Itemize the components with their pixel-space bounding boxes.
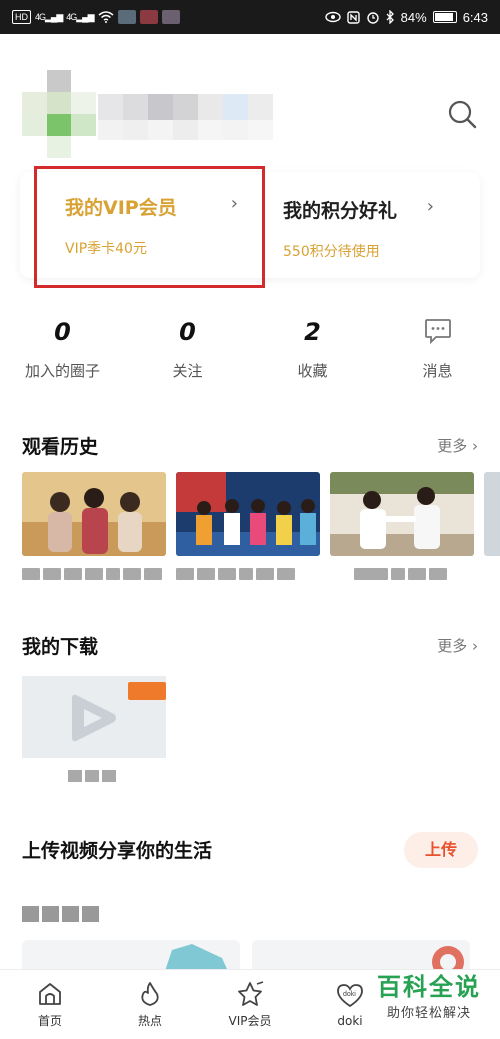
video-thumbnail — [330, 472, 474, 556]
signal-icon-2: 4G▂▄▆ — [66, 11, 94, 22]
stat-messages[interactable]: 消息 — [375, 318, 500, 398]
points-subtitle: 550积分待使用 — [283, 244, 380, 260]
history-more-link[interactable]: 更多 › — [437, 435, 478, 456]
history-item[interactable] — [176, 472, 320, 592]
vip-star-icon — [238, 981, 264, 1006]
home-icon — [39, 983, 61, 1005]
stat-value: 0 — [54, 318, 71, 346]
download-tag — [128, 682, 166, 700]
upload-button[interactable]: 上传 — [404, 832, 478, 868]
nav-label: 首页 — [37, 1014, 62, 1028]
bluetooth-icon — [386, 10, 394, 24]
signal-icon-1: 4G▂▄▆ — [35, 11, 63, 22]
svg-text:doki: doki — [343, 991, 356, 998]
watermark-sub: 助你轻松解决 — [386, 1006, 471, 1021]
nav-hot[interactable]: 热点 — [100, 970, 200, 1039]
vip-subtitle: VIP季卡40元 — [65, 241, 147, 257]
alarm-icon — [366, 12, 379, 24]
stat-label: 关注 — [172, 362, 203, 380]
notification-icon — [139, 10, 158, 24]
points-title: 我的积分好礼 — [283, 200, 398, 222]
nfc-icon — [346, 10, 360, 24]
video-caption — [176, 568, 320, 580]
history-header: 观看历史 更多 › — [22, 432, 478, 459]
upload-title: 上传视频分享你的生活 — [22, 840, 213, 862]
history-item[interactable] — [484, 472, 500, 592]
upload-header: 上传视频分享你的生活 — [22, 836, 382, 863]
history-title: 观看历史 — [22, 436, 99, 458]
battery-icon — [432, 11, 457, 23]
message-icon — [424, 319, 451, 344]
nav-home[interactable]: 首页 — [0, 970, 100, 1039]
topic-card[interactable] — [22, 940, 240, 970]
nav-vip[interactable]: VIP会员 — [200, 970, 300, 1039]
stat-value: 2 — [304, 318, 321, 346]
eye-icon — [324, 11, 341, 23]
stat-label: 消息 — [422, 362, 453, 380]
topic-list — [22, 940, 500, 970]
clock: 6:43 — [462, 9, 488, 25]
downloads-header: 我的下载 更多 › — [22, 632, 478, 659]
video-thumbnail — [22, 472, 166, 556]
video-caption — [330, 568, 474, 580]
vip-membership-card[interactable]: 我的VIP会员 VIP季卡40元 › — [34, 166, 265, 288]
download-caption — [68, 770, 116, 782]
status-bar: HD 4G▂▄▆ 4G▂▄▆ 84% 6:43 — [0, 0, 500, 34]
watermark-main: 百科全说 — [377, 973, 481, 1001]
stat-favorites[interactable]: 2 收藏 — [250, 318, 375, 398]
nav-label: 热点 — [137, 1014, 162, 1028]
play-logo-icon — [72, 694, 116, 742]
points-card[interactable]: 我的积分好礼 550积分待使用 › — [273, 172, 480, 278]
topic-card[interactable] — [252, 940, 470, 970]
nav-label: doki — [337, 1013, 363, 1028]
nickname[interactable] — [98, 94, 273, 120]
video-thumbnail — [176, 472, 320, 556]
stats-row: 0 加入的圈子 0 关注 2 收藏 消息 — [0, 318, 500, 398]
stat-label: 加入的圈子 — [24, 362, 100, 380]
stat-joined-circles[interactable]: 0 加入的圈子 — [0, 318, 125, 398]
chevron-right-icon: › — [230, 193, 238, 214]
history-list — [22, 472, 500, 592]
video-thumbnail — [484, 472, 500, 556]
download-item[interactable] — [22, 676, 166, 758]
watermark: 百科全说 助你轻松解决 — [368, 971, 490, 1033]
hd-badge: HD — [12, 10, 31, 24]
search-icon[interactable] — [446, 98, 478, 130]
downloads-more-link[interactable]: 更多 › — [437, 635, 478, 656]
user-info — [98, 120, 273, 140]
stat-label: 收藏 — [297, 362, 328, 380]
downloads-title: 我的下载 — [22, 636, 99, 658]
profile-header — [0, 34, 500, 174]
avatar[interactable] — [22, 70, 96, 158]
nav-label: VIP会员 — [228, 1014, 272, 1028]
flame-icon — [141, 982, 159, 1006]
history-item[interactable] — [330, 472, 474, 592]
chevron-right-icon: › — [426, 196, 434, 217]
doki-heart-icon: doki — [337, 983, 363, 1007]
notification-icon — [161, 10, 180, 24]
vip-points-panel: 我的VIP会员 VIP季卡40元 › 我的积分好礼 550积分待使用 › — [20, 166, 480, 288]
stat-value: 0 — [179, 318, 196, 346]
stat-following[interactable]: 0 关注 — [125, 318, 250, 398]
wifi-icon — [98, 11, 113, 23]
notification-icon — [117, 10, 136, 24]
battery-percent: 84% — [400, 9, 427, 25]
history-item[interactable] — [22, 472, 166, 592]
video-caption — [22, 568, 166, 580]
topic-center-title — [22, 906, 99, 922]
